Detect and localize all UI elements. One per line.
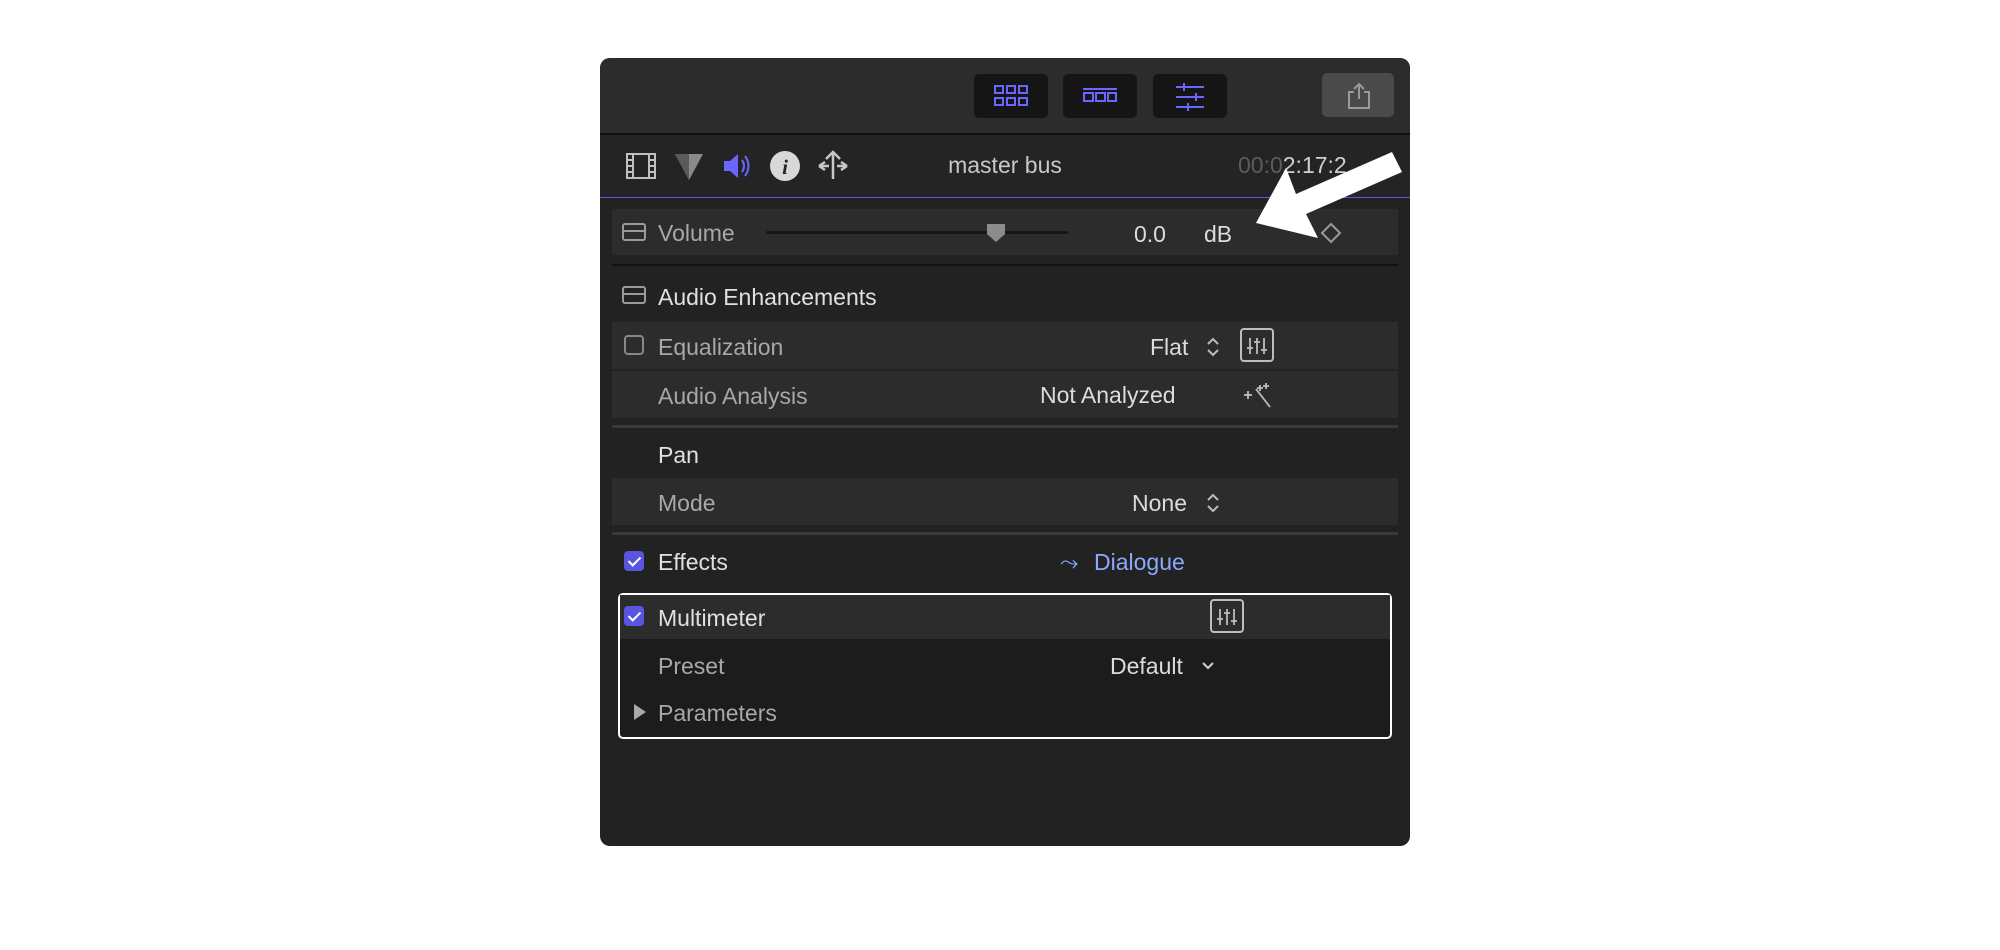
audio-analysis-label: Audio Analysis xyxy=(658,383,808,409)
preset-label: Preset xyxy=(658,653,725,679)
equalization-label: Equalization xyxy=(658,334,784,360)
divider xyxy=(612,532,1398,535)
volume-slider-thumb[interactable] xyxy=(985,222,1007,244)
audio-enhancements-title: Audio Enhancements xyxy=(658,284,877,310)
section-toggle-icon[interactable] xyxy=(622,223,646,241)
pan-mode-value[interactable]: None xyxy=(1132,490,1187,517)
multimeter-editor-button[interactable] xyxy=(1210,599,1244,633)
filmstrip-row-icon xyxy=(1083,88,1117,102)
effects-checkbox[interactable] xyxy=(624,551,644,571)
pan-mode-label: Mode xyxy=(658,490,716,516)
volume-value[interactable]: 0.0 xyxy=(1134,221,1166,248)
share-button[interactable] xyxy=(1322,73,1394,117)
volume-label: Volume xyxy=(658,220,735,246)
equalization-value[interactable]: Flat xyxy=(1150,334,1188,361)
audio-analysis-row: Audio Analysis Not Analyzed xyxy=(612,371,1398,418)
svg-text:i: i xyxy=(782,155,788,179)
magic-wand-icon[interactable] xyxy=(1242,381,1278,409)
pan-title: Pan xyxy=(658,442,699,468)
browser-toggle-button[interactable] xyxy=(974,74,1048,118)
audio-analysis-value: Not Analyzed xyxy=(1040,382,1176,408)
equalization-editor-button[interactable] xyxy=(1240,328,1274,362)
timeline-toggle-button[interactable] xyxy=(1063,74,1137,118)
transform-icon[interactable] xyxy=(816,149,850,183)
annotation-arrow-icon xyxy=(1256,152,1402,238)
parameters-label[interactable]: Parameters xyxy=(658,700,777,727)
volume-unit: dB xyxy=(1204,221,1233,247)
eq-icon xyxy=(1247,338,1267,354)
equalization-row: Equalization Flat xyxy=(612,322,1398,369)
effects-title: Effects xyxy=(658,549,728,575)
share-icon xyxy=(1348,82,1370,109)
multimeter-label: Multimeter xyxy=(658,605,766,631)
eq-icon xyxy=(1217,609,1237,625)
multimeter-checkbox[interactable] xyxy=(624,606,644,626)
volume-slider[interactable] xyxy=(766,231,1068,234)
equalization-checkbox[interactable] xyxy=(624,335,644,355)
preset-value[interactable]: Default xyxy=(1110,653,1183,680)
divider xyxy=(612,425,1398,428)
audio-speaker-icon[interactable] xyxy=(720,149,754,183)
role-arrow-icon: ⤳ xyxy=(1060,549,1079,575)
chevron-down-icon[interactable] xyxy=(1200,659,1216,673)
updown-chevron-icon[interactable] xyxy=(1206,492,1220,514)
section-toggle-icon[interactable] xyxy=(622,286,646,304)
top-toolbar xyxy=(600,58,1410,135)
info-icon[interactable]: i xyxy=(768,149,802,183)
inspector-toggle-button[interactable] xyxy=(1153,74,1227,118)
film-icon[interactable] xyxy=(624,149,658,183)
updown-chevron-icon[interactable] xyxy=(1206,336,1220,358)
multimeter-effect: Multimeter Preset Default Parameters xyxy=(618,593,1392,739)
effects-role[interactable]: Dialogue xyxy=(1094,549,1185,576)
clip-name: master bus xyxy=(948,152,1062,178)
color-icon[interactable] xyxy=(672,149,706,183)
pan-mode-row: Mode None xyxy=(612,478,1398,525)
disclosure-triangle-icon[interactable] xyxy=(632,703,648,721)
grid-icon xyxy=(994,85,1028,106)
divider xyxy=(612,264,1398,266)
inspector-sliders-icon xyxy=(1176,83,1204,111)
